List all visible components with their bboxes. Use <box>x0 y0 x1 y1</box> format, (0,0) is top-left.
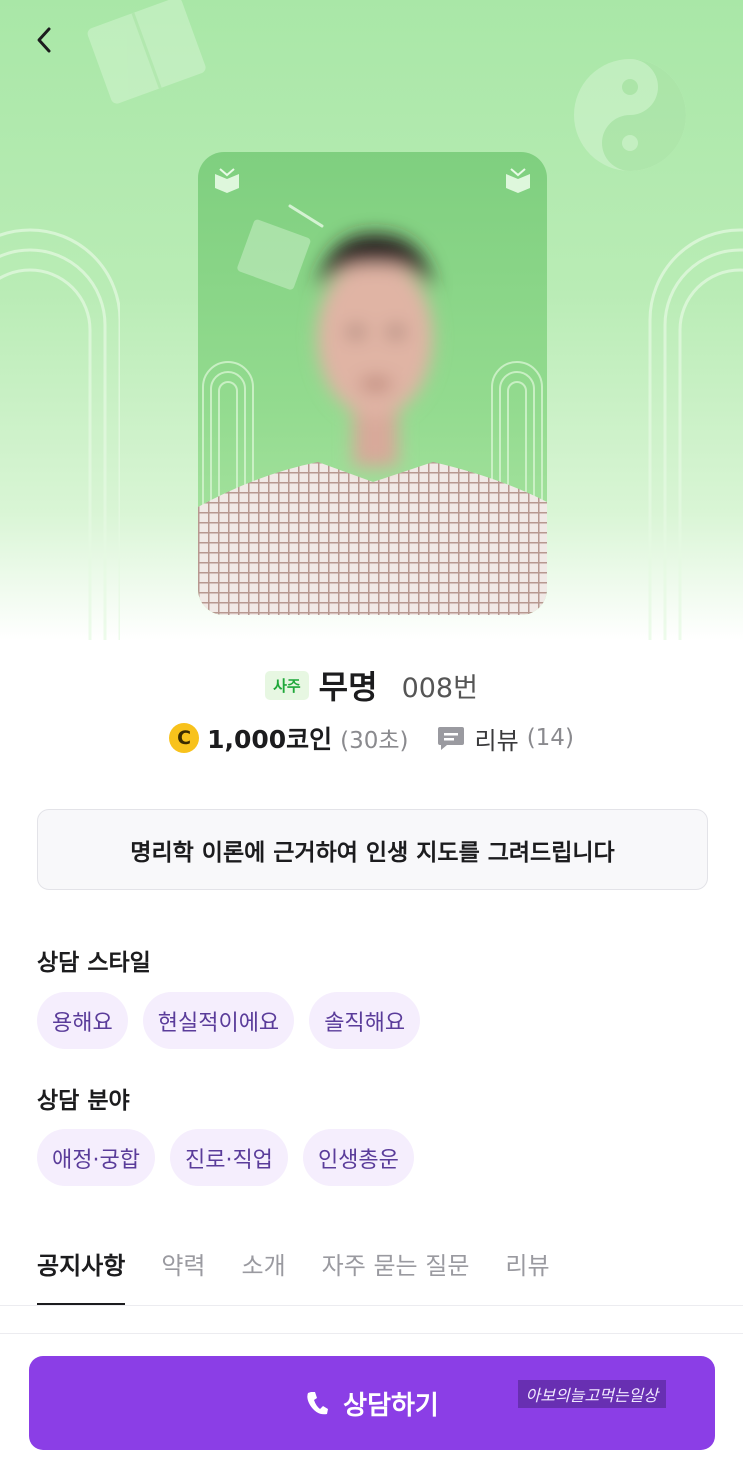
field-chip[interactable]: 진로·직업 <box>169 1129 288 1186</box>
arch-decoration-right <box>648 228 743 640</box>
style-chip[interactable]: 용해요 <box>37 992 128 1049</box>
tabs-divider <box>0 1305 743 1306</box>
profile-photo-card <box>198 152 547 615</box>
detail-tabs: 공지사항 약력 소개 자주 묻는 질문 리뷰 <box>37 1240 550 1306</box>
review-link[interactable]: 리뷰 <box>475 721 519 756</box>
style-chip[interactable]: 솔직해요 <box>309 992 421 1049</box>
back-button[interactable] <box>24 20 64 60</box>
counselor-name: 무명 <box>318 668 378 706</box>
counselor-photo <box>198 233 547 615</box>
tab-career[interactable]: 약력 <box>161 1240 205 1306</box>
coin-icon: C <box>169 723 200 753</box>
yin-yang-icon <box>574 59 686 171</box>
category-badge: 사주 <box>265 670 309 700</box>
price-review-row: C 1,000코인 (30초) 리뷰 (14) <box>0 716 743 760</box>
field-chip[interactable]: 인생총운 <box>302 1129 414 1186</box>
style-chips: 용해요 현실적이에요 솔직해요 <box>37 992 421 1049</box>
consult-button[interactable]: 상담하기 아보의늘고먹는일상 <box>29 1356 715 1450</box>
book-decoration-icon <box>87 0 206 104</box>
tab-faq[interactable]: 자주 묻는 질문 <box>322 1240 470 1306</box>
field-chip[interactable]: 애정·궁합 <box>37 1129 155 1186</box>
arch-decoration-left <box>0 228 120 640</box>
phone-icon <box>307 1392 329 1415</box>
style-section-title: 상담 스타일 <box>37 950 151 976</box>
review-bubble-icon <box>437 725 465 751</box>
tab-reviews[interactable]: 리뷰 <box>505 1240 549 1306</box>
counselor-name-row: 사주 무명 008번 <box>0 660 743 710</box>
price-label: 1,000코인 <box>207 725 333 754</box>
chevron-left-icon <box>37 27 51 53</box>
intro-box: 명리학 이론에 근거하여 인생 지도를 그려드립니다 <box>37 809 708 890</box>
hero-banner <box>0 0 743 640</box>
field-chips: 애정·궁합 진로·직업 인생총운 <box>37 1129 414 1186</box>
counselor-number: 008번 <box>401 672 478 704</box>
tab-introduction[interactable]: 소개 <box>242 1240 286 1306</box>
consult-button-label: 상담하기 <box>343 1390 439 1421</box>
watermark: 아보의늘고먹는일상 <box>517 1380 666 1408</box>
style-chip[interactable]: 현실적이에요 <box>142 992 295 1049</box>
price-duration: (30초) <box>340 728 409 754</box>
review-count: (14) <box>526 725 574 751</box>
field-section-title: 상담 분야 <box>37 1088 130 1114</box>
tab-notice[interactable]: 공지사항 <box>37 1240 126 1306</box>
bottom-bar-divider <box>0 1333 743 1334</box>
